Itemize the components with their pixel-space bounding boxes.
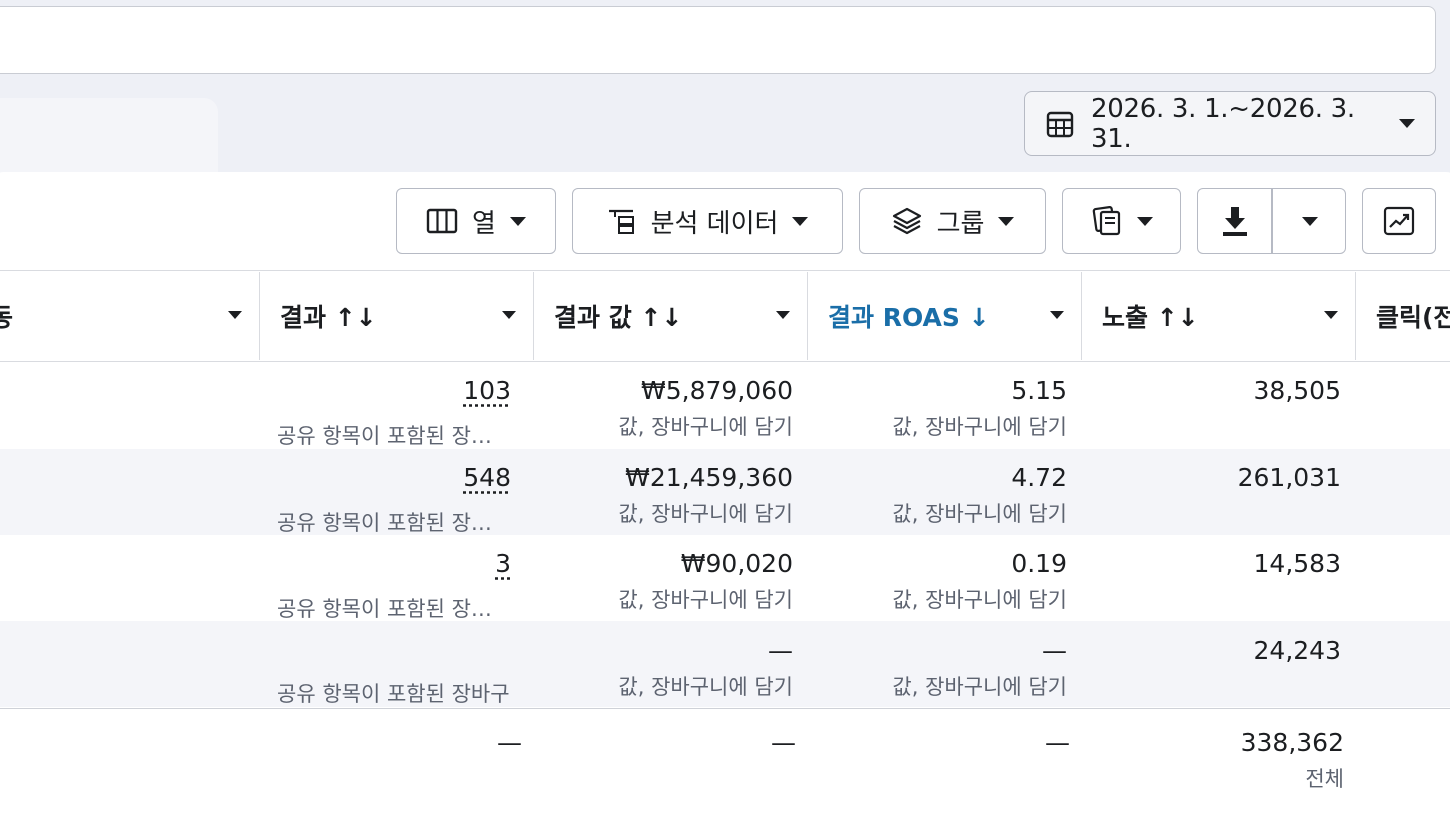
chevron-down-icon [509, 216, 526, 226]
chevron-down-icon[interactable] [776, 311, 790, 319]
result-value-subtitle: 값, 장바구니에 담기 [618, 415, 793, 439]
breakdown-button-label: 분석 데이터 [650, 208, 779, 239]
chevron-down-icon [1136, 216, 1153, 226]
results-value[interactable]: 103 [463, 376, 511, 405]
results-subtitle: 공유 항목이 포함된 장바구 [277, 682, 510, 706]
chart-trend-icon [1383, 206, 1415, 236]
header-clicks-label: 클릭(전 [1376, 303, 1450, 332]
roas-subtitle: 값, 장바구니에 담기 [892, 675, 1067, 699]
group-button-label: 그룹 [936, 208, 985, 239]
header-col0-label: 동 [0, 303, 14, 332]
roas-subtitle: 값, 장바구니에 담기 [892, 502, 1067, 526]
roas-value: — [1042, 636, 1067, 665]
total-roas: — [1045, 728, 1070, 757]
header-col0[interactable]: 동 [0, 272, 260, 360]
header-result-roas[interactable]: 결과 ROAS ↓ [808, 272, 1082, 360]
calendar-icon [1046, 111, 1074, 137]
reports-icon [1092, 206, 1120, 236]
impressions-value: 261,031 [1237, 463, 1341, 492]
header-results[interactable]: 결과 ↑↓ [260, 272, 534, 360]
results-value[interactable]: 3 [495, 549, 511, 578]
total-impressions-subtitle: 전체 [1305, 767, 1344, 791]
roas-value: 4.72 [1011, 463, 1067, 492]
columns-button-label: 열 [472, 208, 496, 239]
result-value: ₩90,020 [680, 549, 793, 578]
result-value: — [768, 636, 793, 665]
header-impressions[interactable]: 노출 ↑↓ [1082, 272, 1356, 360]
impressions-value: 24,243 [1253, 636, 1341, 665]
roas-subtitle: 값, 장바구니에 담기 [892, 415, 1067, 439]
result-value: ₩21,459,360 [625, 463, 793, 492]
result-value-subtitle: 값, 장바구니에 담기 [618, 502, 793, 526]
roas-value: 0.19 [1011, 549, 1067, 578]
reports-button[interactable] [1062, 188, 1181, 254]
roas-value: 5.15 [1011, 376, 1067, 405]
chevron-down-icon[interactable] [228, 311, 242, 319]
header-result-roas-label: 결과 ROAS ↓ [828, 303, 990, 332]
results-value[interactable]: 548 [463, 463, 511, 492]
header-results-label: 결과 ↑↓ [280, 303, 377, 332]
header-clicks[interactable]: 클릭(전 [1356, 272, 1450, 360]
export-dropdown-icon[interactable] [1302, 217, 1318, 226]
header-result-value-label: 결과 값 ↑↓ [554, 303, 683, 332]
totals-divider [0, 708, 1450, 709]
chevron-down-icon [1399, 119, 1415, 128]
results-subtitle: 공유 항목이 포함된 장… [277, 424, 492, 448]
impressions-value: 38,505 [1253, 376, 1341, 405]
columns-button[interactable]: 열 [396, 188, 556, 254]
impressions-value: 14,583 [1253, 549, 1341, 578]
layers-icon [892, 207, 921, 235]
header-impressions-label: 노출 ↑↓ [1102, 303, 1199, 332]
date-range-picker[interactable]: 2026. 3. 1.~2026. 3. 31. [1024, 91, 1436, 156]
charts-button[interactable] [1362, 188, 1436, 254]
roas-subtitle: 값, 장바구니에 담기 [892, 588, 1067, 612]
result-value-subtitle: 값, 장바구니에 담기 [618, 588, 793, 612]
breakdown-icon [608, 209, 634, 234]
results-subtitle: 공유 항목이 포함된 장… [277, 597, 492, 621]
total-impressions: 338,362 [1240, 728, 1344, 757]
chevron-down-icon [792, 216, 809, 226]
date-range-label: 2026. 3. 1.~2026. 3. 31. [1091, 93, 1355, 154]
chevron-down-icon[interactable] [1050, 311, 1064, 319]
header-result-value[interactable]: 결과 값 ↑↓ [534, 272, 808, 360]
download-icon [1223, 207, 1247, 236]
chevron-down-icon[interactable] [502, 311, 516, 319]
export-split-divider [1271, 189, 1273, 253]
total-results: — [497, 728, 522, 757]
chevron-down-icon[interactable] [1324, 311, 1338, 319]
group-button[interactable]: 그룹 [859, 188, 1046, 254]
result-value: ₩5,879,060 [641, 376, 793, 405]
total-result-value: — [771, 728, 796, 757]
columns-icon [426, 208, 458, 234]
search-bar[interactable] [0, 6, 1436, 74]
chevron-down-icon [998, 216, 1015, 226]
breakdown-button[interactable]: 분석 데이터 [572, 188, 843, 254]
result-value-subtitle: 값, 장바구니에 담기 [618, 675, 793, 699]
results-subtitle: 공유 항목이 포함된 장… [277, 511, 492, 535]
